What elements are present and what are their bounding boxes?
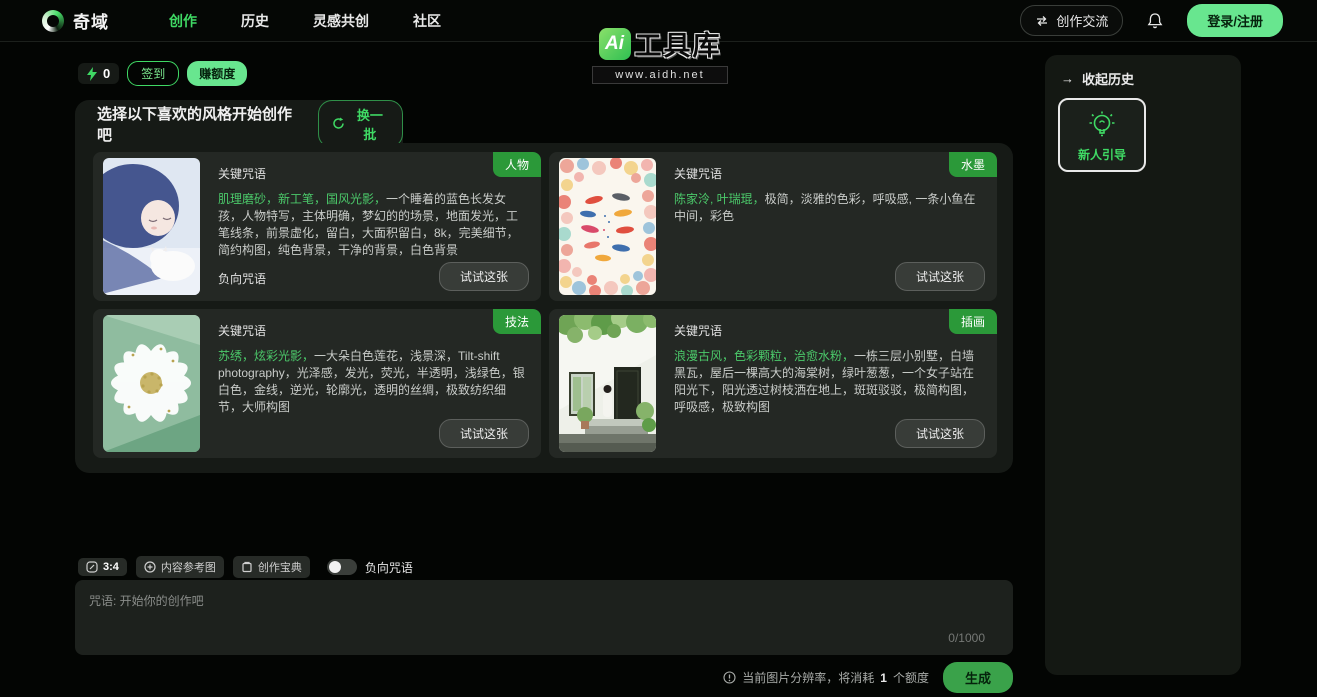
newbie-guide-label: 新人引导 bbox=[1077, 147, 1126, 162]
try-this-button[interactable]: 试试这张 bbox=[894, 262, 985, 291]
generate-row: 当前图片分辨率，将消耗 1 个额度 生成 bbox=[75, 662, 1013, 693]
generate-button[interactable]: 生成 bbox=[942, 662, 1013, 693]
negative-prompt-toggle[interactable]: 负向咒语 bbox=[326, 559, 413, 576]
nav-item-create[interactable]: 创作 bbox=[169, 11, 197, 31]
keyword-styles: 浪漫古风，色彩颗粒，治愈水粉， bbox=[674, 349, 855, 363]
try-this-button[interactable]: 试试这张 bbox=[438, 262, 529, 291]
newbie-guide-card[interactable]: 新人引导 bbox=[1058, 98, 1146, 172]
keyword-styles: 苏绣，炫彩光影， bbox=[218, 349, 315, 363]
info-icon bbox=[723, 671, 736, 684]
refresh-icon bbox=[332, 117, 345, 130]
aspect-ratio-icon bbox=[86, 561, 98, 573]
collapse-history-button[interactable]: → 收起历史 bbox=[1061, 69, 1241, 88]
collapse-history-label: 收起历史 bbox=[1082, 72, 1135, 87]
card-content: 关键咒语 浪漫古风，色彩颗粒，治愈水粉，一栋三层小别墅，白墙黑瓦，屋后一棵高大的… bbox=[674, 322, 982, 416]
notification-bell-icon[interactable] bbox=[1145, 11, 1165, 31]
prompt-box: 0/1000 bbox=[75, 580, 1013, 655]
style-thumbnail-sleeping-girl bbox=[103, 158, 200, 295]
lightning-icon bbox=[87, 66, 98, 81]
nav-item-community[interactable]: 社区 bbox=[413, 11, 441, 31]
brand[interactable]: 奇域 bbox=[42, 8, 109, 33]
watermark-url: www.aidh.net bbox=[592, 66, 728, 84]
book-icon bbox=[241, 561, 253, 573]
credit-counter: 0 bbox=[78, 63, 120, 84]
keyword-label: 关键咒语 bbox=[674, 324, 723, 338]
app-screen: 奇域 创作 历史 灵感共创 社区 创作交流 登录/注册 Ai 工具库 www.a… bbox=[0, 0, 1317, 697]
style-panel-title: 选择以下喜欢的风格开始创作吧 bbox=[97, 105, 293, 144]
checkin-button[interactable]: 签到 bbox=[127, 61, 180, 86]
nav-menu: 创作 历史 灵感共创 社区 bbox=[169, 11, 441, 31]
brand-name: 奇域 bbox=[73, 13, 109, 32]
creation-handbook-button[interactable]: 创作宝典 bbox=[232, 556, 310, 578]
keyword-label: 关键咒语 bbox=[218, 324, 267, 338]
style-thumbnail-white-house bbox=[559, 315, 656, 452]
keyword-styles: 陈家泠, 叶瑞琨， bbox=[674, 192, 765, 206]
credit-row: 0 签到 赚额度 bbox=[78, 61, 248, 86]
login-register-button[interactable]: 登录/注册 bbox=[1187, 4, 1283, 37]
plus-circle-icon bbox=[144, 561, 156, 573]
try-this-button[interactable]: 试试这张 bbox=[894, 419, 985, 448]
history-panel: → 收起历史 新人引导 bbox=[1045, 55, 1241, 675]
reference-image-button[interactable]: 内容参考图 bbox=[135, 556, 224, 578]
nav-item-inspiration[interactable]: 灵感共创 bbox=[313, 11, 369, 31]
negative-prompt-toggle-label: 负向咒语 bbox=[364, 560, 413, 575]
card-content: 关键咒语 苏绣，炫彩光影，一大朵白色莲花，浅景深，Tilt-shift phot… bbox=[218, 322, 526, 416]
arrow-right-icon: → bbox=[1061, 71, 1074, 86]
cost-text-suffix: 个额度 bbox=[892, 671, 929, 685]
try-this-button[interactable]: 试试这张 bbox=[438, 419, 529, 448]
nav-item-history[interactable]: 历史 bbox=[241, 11, 269, 31]
top-navbar: 奇域 创作 历史 灵感共创 社区 创作交流 登录/注册 bbox=[0, 0, 1317, 42]
card-content: 关键咒语 陈家泠, 叶瑞琨，极简，淡雅的色彩，呼吸感, 一条小鱼在中间，彩色 bbox=[674, 165, 982, 225]
style-thumbnail-white-lotus bbox=[103, 315, 200, 452]
nav-right: 创作交流 登录/注册 bbox=[1020, 4, 1283, 37]
toggle-track[interactable] bbox=[326, 559, 357, 575]
cost-notice: 当前图片分辨率，将消耗 1 个额度 bbox=[723, 669, 929, 686]
prompt-input[interactable] bbox=[89, 592, 969, 640]
style-card[interactable]: 技法 关键咒语 苏绣，炫彩光影，一大朵白色莲花，浅景深，Tilt-shift p… bbox=[93, 309, 541, 458]
exchange-icon bbox=[1035, 14, 1049, 28]
char-counter: 0/1000 bbox=[948, 631, 985, 645]
style-card[interactable]: 人物 关键咒语 肌理磨砂，新工笔，国风光影，一个睡着的蓝色长发女孩，人物特写，主… bbox=[93, 152, 541, 301]
keyword-label: 关键咒语 bbox=[218, 167, 267, 181]
aspect-ratio-value: 3:4 bbox=[103, 561, 119, 573]
composer-toolbar: 3:4 内容参考图 创作宝典 负向咒语 bbox=[78, 556, 413, 578]
keyword-styles: 肌理磨砂，新工笔，国风光影， bbox=[218, 192, 387, 206]
credit-count: 0 bbox=[103, 66, 111, 81]
brand-logo-icon bbox=[42, 9, 64, 32]
lightbulb-icon bbox=[1085, 108, 1119, 142]
toggle-knob bbox=[328, 561, 341, 573]
chat-exchange-button[interactable]: 创作交流 bbox=[1020, 5, 1124, 36]
style-thumbnail-watercolor-fish bbox=[559, 158, 656, 295]
cost-amount: 1 bbox=[880, 670, 887, 685]
style-card[interactable]: 水墨 关键咒语 陈家泠, 叶瑞琨，极简，淡雅的色彩，呼吸感, 一条小鱼在中间，彩… bbox=[549, 152, 997, 301]
style-panel-tab: 选择以下喜欢的风格开始创作吧 换一批 bbox=[75, 99, 403, 148]
refresh-batch-button[interactable]: 换一批 bbox=[317, 99, 403, 148]
style-card[interactable]: 插画 关键咒语 浪漫古风，色彩颗粒，治愈水粉，一栋三层小别墅，白墙黑瓦，屋后一棵… bbox=[549, 309, 997, 458]
aspect-ratio-selector[interactable]: 3:4 bbox=[78, 558, 127, 576]
cost-text-prefix: 当前图片分辨率，将消耗 bbox=[742, 671, 875, 685]
keyword-label: 关键咒语 bbox=[674, 167, 723, 181]
earn-credits-button[interactable]: 赚额度 bbox=[187, 61, 248, 86]
